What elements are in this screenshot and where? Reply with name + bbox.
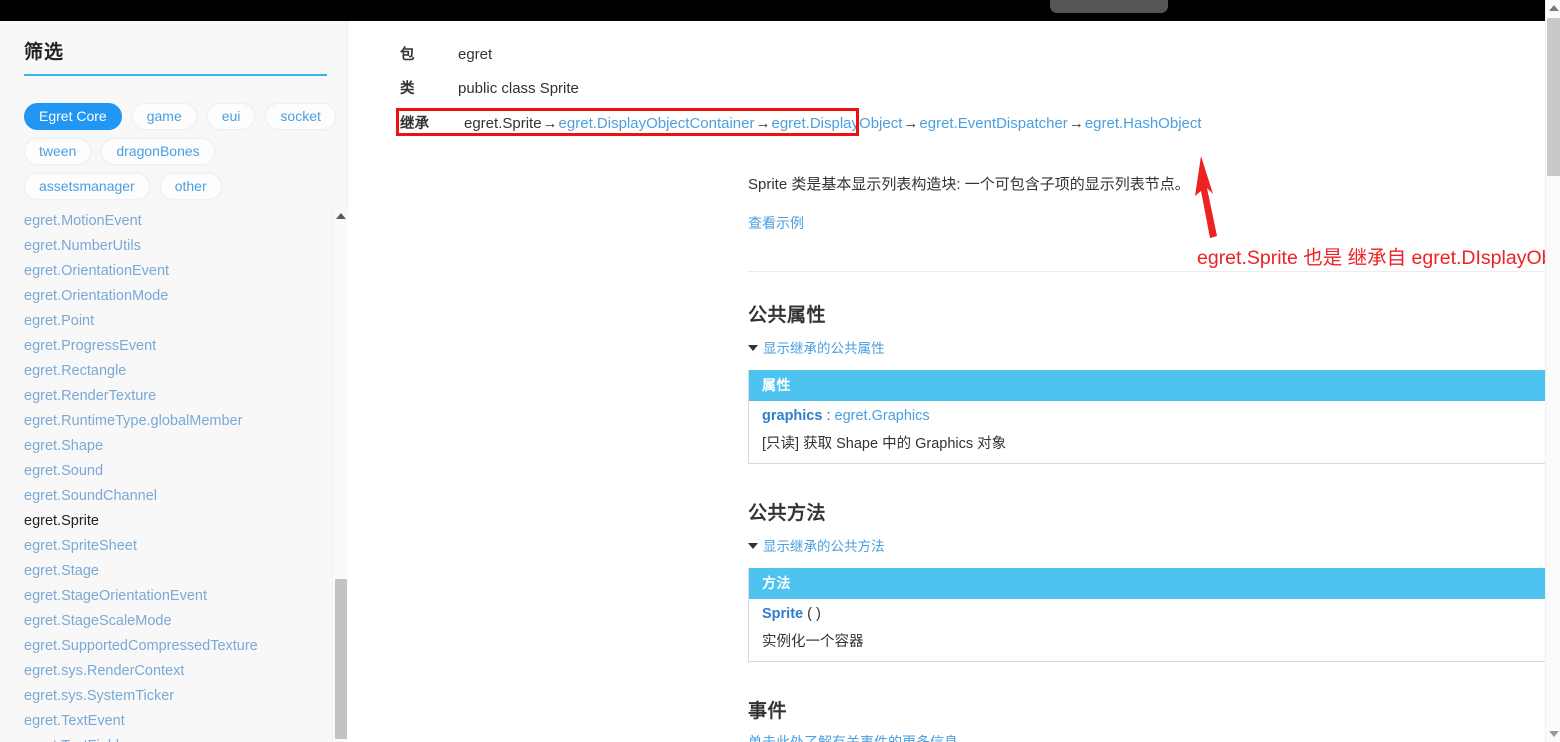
class-list-viewport: egret.MotionEvent egret.NumberUtils egret.… (0, 209, 348, 742)
properties-table-header: 属性 由以下参数定义 (749, 370, 1560, 401)
window-scroll-up-icon[interactable] (1549, 5, 1559, 11)
class-list-item[interactable]: egret.Sound (0, 459, 332, 484)
sidebar: 筛选 Egret Core game eui socket tween dragonBon… (0, 21, 348, 742)
property-signature: graphics : egret.Graphics (762, 408, 1560, 424)
class-list-item[interactable]: egret.Rectangle (0, 359, 332, 384)
class-list-item[interactable]: egret.StageOrientationEvent (0, 584, 332, 609)
property-name[interactable]: graphics (762, 408, 822, 424)
filter-tag-other[interactable]: other (159, 173, 222, 200)
class-list-item[interactable]: egret.Shape (0, 434, 332, 459)
class-list-item[interactable]: egret.StageScaleMode (0, 609, 332, 634)
divider-1 (748, 271, 1560, 272)
inheritance-node: egret.Sprite (464, 115, 542, 132)
class-list-item[interactable]: egret.Stage (0, 559, 332, 584)
property-separator: : (822, 408, 835, 424)
property-description: [只读] 获取 Shape 中的 Graphics 对象 (762, 436, 1007, 452)
annotation-arrow-icon (1195, 156, 1217, 238)
filter-tag-eui[interactable]: eui (206, 103, 256, 130)
class-description: Sprite 类是基本显示列表构造块: 一个可包含子项的显示列表节点。 (748, 176, 1190, 193)
package-value: egret (458, 46, 493, 63)
properties-table: 属性 由以下参数定义 graphics : egret.Graphics [只读… (748, 370, 1560, 464)
app-root: 筛选 Egret Core game eui socket tween dragonBon… (0, 0, 1560, 742)
package-label: 包 (400, 47, 415, 63)
filter-tag-dragonbones[interactable]: dragonBones (101, 138, 215, 165)
inheritance-label: 继承 (400, 116, 429, 132)
browser-tab-pill[interactable] (1050, 0, 1168, 13)
inheritance-node[interactable]: egret.HashObject (1085, 115, 1202, 132)
browser-chrome-bar (0, 0, 1545, 21)
class-list-item[interactable]: egret.Point (0, 309, 332, 334)
class-list-item[interactable]: egret.MotionEvent (0, 209, 332, 234)
section-title-methods: 公共方法 (748, 503, 827, 524)
inheritance-node[interactable]: egret.EventDispatcher (919, 115, 1067, 132)
toggle-inherited-properties[interactable]: 显示继承的公共属性 (748, 337, 885, 357)
methods-table-header: 方法 由以下参数定义 (749, 568, 1560, 599)
annotation-text: egret.Sprite 也是 继承自 egret.DIsplayObject … (1197, 247, 1560, 269)
class-list-item[interactable]: egret.RenderTexture (0, 384, 332, 409)
filter-tag-egret-core[interactable]: Egret Core (24, 103, 122, 130)
class-list-item[interactable]: egret.RuntimeType.globalMember (0, 409, 332, 434)
inheritance-chain: egret.Sprite→egret.DisplayObjectContaine… (396, 108, 1208, 137)
view-sample-link[interactable]: 查看示例 (748, 213, 804, 233)
class-list-item[interactable]: egret.OrientationMode (0, 284, 332, 309)
class-list-item[interactable]: egret.sys.SystemTicker (0, 684, 332, 709)
toggle-methods-label: 显示继承的公共方法 (763, 539, 885, 554)
class-list-item[interactable]: egret.SupportedCompressedTexture (0, 634, 332, 659)
class-label: 类 (400, 81, 415, 97)
meta-row-inheritance: 继承 egret.Sprite→egret.DisplayObjectConta… (396, 108, 1510, 137)
filter-tag-tween[interactable]: tween (24, 138, 92, 165)
methods-table: 方法 由以下参数定义 Sprite ( ) 实例化一个容器 egret.Spri… (748, 568, 1560, 662)
caret-down-icon (748, 345, 758, 351)
method-params: ( ) (803, 606, 821, 622)
class-list-item[interactable]: egret.SoundChannel (0, 484, 332, 509)
method-signature: Sprite ( ) (762, 606, 1560, 622)
class-list-item[interactable]: egret.TextField (0, 734, 332, 742)
toggle-properties-label: 显示继承的公共属性 (763, 341, 885, 356)
page-body: 筛选 Egret Core game eui socket tween dragonBon… (0, 21, 1560, 742)
scroll-up-arrow-icon[interactable] (336, 213, 346, 219)
inheritance-arrow-icon: → (903, 115, 919, 132)
inheritance-node[interactable]: egret.DisplayObject (771, 115, 902, 132)
methods-col-name: 方法 (762, 575, 791, 591)
class-meta-block: 包 egret 类 public class Sprite 继承 egret.S… (396, 43, 1510, 149)
methods-table-row: Sprite ( ) 实例化一个容器 egret.Sprite (749, 599, 1560, 661)
class-value: public class Sprite (458, 80, 579, 97)
class-list-item[interactable]: egret.OrientationEvent (0, 259, 332, 284)
sidebar-scrollbar-thumb[interactable] (335, 579, 347, 739)
window-scrollbar-thumb[interactable] (1547, 18, 1560, 176)
filter-underline (24, 74, 327, 76)
class-list-item[interactable]: egret.sys.RenderContext (0, 659, 332, 684)
filter-tag-socket[interactable]: socket (265, 103, 336, 130)
properties-col-name: 属性 (762, 377, 791, 393)
window-scroll-down-icon[interactable] (1549, 731, 1559, 737)
meta-row-class: 类 public class Sprite (400, 77, 1510, 99)
class-list-item[interactable]: egret.NumberUtils (0, 234, 332, 259)
inheritance-arrow-icon: → (1068, 115, 1084, 132)
class-list: egret.MotionEvent egret.NumberUtils egret.… (0, 209, 332, 742)
inheritance-arrow-icon: → (542, 115, 558, 132)
inheritance-arrow-icon: → (755, 115, 771, 132)
filter-tag-list: Egret Core game eui socket tween dragonBones a… (24, 103, 344, 200)
property-type-link[interactable]: egret.Graphics (835, 408, 930, 424)
method-description: 实例化一个容器 (762, 634, 864, 650)
inheritance-node[interactable]: egret.DisplayObjectContainer (559, 115, 755, 132)
caret-down-icon (748, 543, 758, 549)
filter-tag-assetsmanager[interactable]: assetsmanager (24, 173, 150, 200)
events-more-info-link[interactable]: 单击此处了解有关事件的更多信息 (748, 732, 958, 742)
sidebar-scrollbar[interactable] (332, 209, 348, 742)
section-title-properties: 公共属性 (748, 305, 827, 326)
properties-table-row: graphics : egret.Graphics [只读] 获取 Shape … (749, 401, 1560, 463)
method-name[interactable]: Sprite (762, 606, 803, 622)
filter-heading: 筛选 (24, 42, 65, 63)
main-content: 包 egret 类 public class Sprite 继承 egret.S… (348, 21, 1560, 742)
class-list-item[interactable]: egret.TextEvent (0, 709, 332, 734)
class-list-item[interactable]: egret.ProgressEvent (0, 334, 332, 359)
class-list-item[interactable]: egret.SpriteSheet (0, 534, 332, 559)
section-title-events: 事件 (748, 701, 788, 722)
toggle-inherited-methods[interactable]: 显示继承的公共方法 (748, 535, 885, 555)
filter-tag-game[interactable]: game (131, 103, 197, 130)
class-list-item[interactable]: egret.Sprite (0, 509, 332, 534)
window-scrollbar[interactable] (1545, 0, 1560, 742)
meta-row-package: 包 egret (400, 43, 1510, 65)
